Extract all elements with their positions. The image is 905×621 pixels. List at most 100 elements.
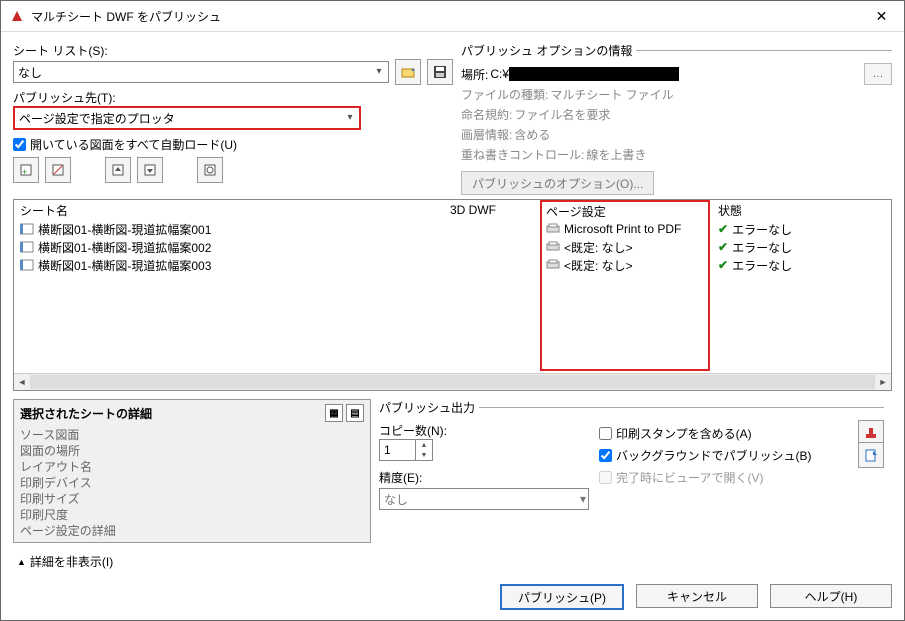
scroll-right-icon[interactable]: ► bbox=[875, 375, 891, 389]
precision-label: 精度(E): bbox=[379, 469, 599, 486]
background-settings-button[interactable] bbox=[858, 442, 884, 468]
spin-down-icon[interactable]: ▼ bbox=[416, 450, 432, 460]
publish-options-legend: パブリッシュ オプションの情報 bbox=[461, 42, 636, 59]
location-browse-button[interactable]: … bbox=[864, 63, 892, 85]
chevron-down-icon: ▾ bbox=[372, 64, 386, 78]
publish-to-value: ページ設定で指定のプロッタ bbox=[19, 110, 175, 127]
page-setup-value: <既定: なし> bbox=[564, 257, 633, 274]
titlebar: マルチシート DWF をパブリッシュ ✕ bbox=[1, 1, 904, 32]
stamp-checkbox[interactable] bbox=[599, 427, 612, 440]
save-sheetlist-button[interactable] bbox=[427, 59, 453, 85]
table-row[interactable]: 横断図01-横断図-現道拡幅案001 bbox=[20, 220, 450, 238]
publish-to-label: パブリッシュ先(T): bbox=[13, 89, 453, 106]
col-page-header[interactable]: ページ設定 bbox=[546, 202, 704, 220]
triangle-up-icon: ▲ bbox=[17, 557, 26, 567]
filetype-key: ファイルの種類: bbox=[461, 86, 548, 103]
state-value: エラーなし bbox=[732, 239, 792, 256]
publish-output-group: パブリッシュ出力 コピー数(N): 1 ▲▼ 精度(E): なし ▾ bbox=[379, 399, 884, 510]
toggle-details-link[interactable]: ▲ 詳細を非表示(I) bbox=[17, 553, 892, 570]
precision-combo[interactable]: なし ▾ bbox=[379, 488, 589, 510]
background-checkbox[interactable] bbox=[599, 449, 612, 462]
toggle-details-label: 詳細を非表示(I) bbox=[30, 553, 113, 570]
detail-line: レイアウト名 bbox=[20, 458, 364, 474]
state-value: エラーなし bbox=[732, 257, 792, 274]
sheetlist-combo[interactable]: なし ▾ bbox=[13, 61, 389, 83]
state-cell: ✔ エラーなし bbox=[718, 238, 891, 256]
details-view2-button[interactable]: ▤ bbox=[346, 404, 364, 422]
page-setup-value: <既定: なし> bbox=[564, 239, 633, 256]
page-setup-value: Microsoft Print to PDF bbox=[564, 222, 681, 236]
copies-label: コピー数(N): bbox=[379, 422, 599, 439]
col-3ddwf-header[interactable]: 3D DWF bbox=[450, 200, 540, 220]
sheetlist-value: なし bbox=[18, 64, 42, 81]
viewer-checkbox bbox=[599, 471, 612, 484]
viewer-label: 完了時にビューアで開く(V) bbox=[616, 469, 764, 486]
remove-sheet-button[interactable] bbox=[45, 157, 71, 183]
col-sheet-header[interactable]: シート名 bbox=[20, 200, 450, 220]
cancel-button[interactable]: キャンセル bbox=[636, 584, 758, 608]
dialog-footer: パブリッシュ(P) キャンセル ヘルプ(H) bbox=[1, 578, 904, 620]
table-row[interactable]: 横断図01-横断図-現道拡幅案003 bbox=[20, 256, 450, 274]
sheet-grid: シート名 横断図01-横断図-現道拡幅案001横断図01-横断図-現道拡幅案00… bbox=[13, 199, 892, 391]
detail-line: ソース図面 bbox=[20, 426, 364, 442]
add-sheet-button[interactable]: + bbox=[13, 157, 39, 183]
page-setup-cell[interactable]: <既定: なし> bbox=[546, 238, 704, 256]
copies-input[interactable]: 1 ▲▼ bbox=[379, 439, 433, 461]
page-setup-cell[interactable]: <既定: なし> bbox=[546, 256, 704, 274]
preview-button[interactable] bbox=[197, 157, 223, 183]
scroll-track[interactable] bbox=[30, 375, 875, 389]
layer-key: 画層情報: bbox=[461, 126, 512, 143]
open-sheetlist-button[interactable] bbox=[395, 59, 421, 85]
publish-options-button[interactable]: パブリッシュのオプション(O)... bbox=[461, 171, 654, 195]
help-button[interactable]: ヘルプ(H) bbox=[770, 584, 892, 608]
layer-val: 含める bbox=[514, 126, 550, 143]
state-cell: ✔ エラーなし bbox=[718, 220, 891, 238]
detail-line: ページ設定の詳細 bbox=[20, 522, 364, 538]
page-setup-cell[interactable]: Microsoft Print to PDF bbox=[546, 220, 704, 238]
chevron-down-icon: ▾ bbox=[343, 110, 357, 124]
check-icon: ✔ bbox=[718, 258, 728, 272]
close-button[interactable]: ✕ bbox=[859, 1, 904, 31]
detail-line: 印刷デバイス bbox=[20, 474, 364, 490]
location-key: 場所: bbox=[461, 66, 488, 83]
filetype-val: マルチシート ファイル bbox=[550, 86, 673, 103]
autoload-checkbox[interactable]: 開いている図面をすべて自動ロード(U) bbox=[13, 136, 453, 153]
window-title: マルチシート DWF をパブリッシュ bbox=[31, 8, 859, 25]
move-up-button[interactable] bbox=[105, 157, 131, 183]
sheet-toolbar: + bbox=[13, 157, 453, 183]
chevron-down-icon: ▾ bbox=[580, 492, 586, 506]
overwrite-key: 重ね書きコントロール: bbox=[461, 146, 584, 163]
copies-value: 1 bbox=[380, 443, 395, 457]
autoload-check-input[interactable] bbox=[13, 138, 26, 151]
stamp-label: 印刷スタンプを含める(A) bbox=[616, 425, 752, 442]
app-icon bbox=[9, 8, 25, 24]
details-view1-button[interactable]: ▦ bbox=[325, 404, 343, 422]
sheet-name: 横断図01-横断図-現道拡幅案002 bbox=[38, 239, 211, 256]
naming-key: 命名規約: bbox=[461, 106, 512, 123]
table-row[interactable]: 横断図01-横断図-現道拡幅案002 bbox=[20, 238, 450, 256]
overwrite-val: 線を上書き bbox=[586, 146, 646, 163]
autoload-label: 開いている図面をすべて自動ロード(U) bbox=[30, 136, 237, 153]
scroll-left-icon[interactable]: ◄ bbox=[14, 375, 30, 389]
details-title: 選択されたシートの詳細 bbox=[20, 405, 152, 422]
publish-to-combo[interactable]: ページ設定で指定のプロッタ ▾ bbox=[13, 106, 361, 130]
naming-val: ファイル名を要求 bbox=[514, 106, 610, 123]
sheet-name: 横断図01-横断図-現道拡幅案001 bbox=[38, 221, 211, 238]
precision-value: なし bbox=[384, 491, 408, 508]
spin-up-icon[interactable]: ▲ bbox=[416, 440, 432, 450]
publish-button[interactable]: パブリッシュ(P) bbox=[500, 584, 624, 610]
sheetlist-label: シート リスト(S): bbox=[13, 42, 453, 59]
svg-text:+: + bbox=[22, 167, 27, 177]
check-icon: ✔ bbox=[718, 240, 728, 254]
state-cell: ✔ エラーなし bbox=[718, 256, 891, 274]
move-down-button[interactable] bbox=[137, 157, 163, 183]
check-icon: ✔ bbox=[718, 222, 728, 236]
grid-horizontal-scrollbar[interactable]: ◄ ► bbox=[14, 373, 891, 390]
col-state-header[interactable]: 状態 bbox=[718, 200, 891, 220]
page-setup-highlight: ページ設定 Microsoft Print to PDF <既定: なし><既定:… bbox=[540, 200, 710, 371]
sheet-name: 横断図01-横断図-現道拡幅案003 bbox=[38, 257, 211, 274]
location-val: C:¥ bbox=[490, 67, 509, 81]
selected-sheet-details: 選択されたシートの詳細 ▦ ▤ ソース図面図面の場所レイアウト名印刷デバイス印刷… bbox=[13, 399, 371, 543]
detail-line: 図面の場所 bbox=[20, 442, 364, 458]
state-value: エラーなし bbox=[732, 221, 792, 238]
